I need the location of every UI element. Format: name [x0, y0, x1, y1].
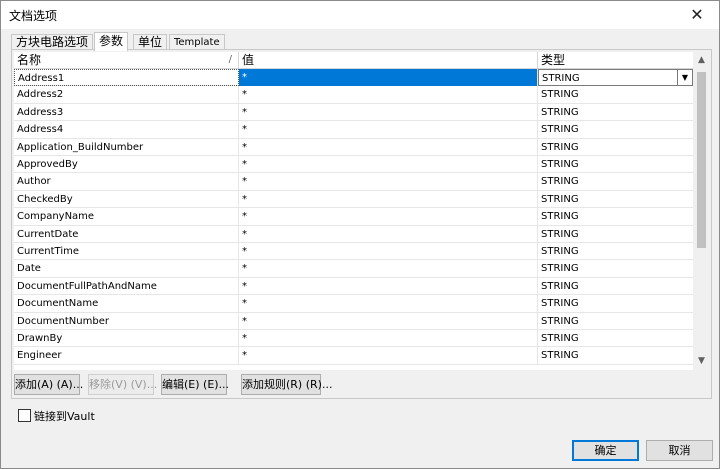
cell-name: CurrentDate [14, 225, 239, 243]
remove-button[interactable]: 移除(V) (V)... [88, 374, 157, 395]
table-row[interactable]: CurrentDate * STRING [14, 225, 693, 243]
parameters-table[interactable]: 名称 / 值 类型 Address1 * STRING ▼ Address2 *… [14, 52, 693, 370]
scroll-up-icon[interactable]: ▲ [693, 52, 710, 69]
cell-name: CompanyName [14, 208, 239, 226]
cell-value: * [239, 208, 538, 226]
table-row[interactable]: Address4 * STRING [14, 121, 693, 139]
add-button[interactable]: 添加(A) (A)... [14, 374, 83, 395]
tab-template[interactable]: Template [169, 34, 225, 50]
cell-value: * [239, 225, 538, 243]
cell-value: * [239, 138, 538, 156]
cell-name: CheckedBy [14, 190, 239, 208]
cell-type: STRING [541, 159, 579, 170]
cell-type: STRING [541, 193, 579, 205]
table-row[interactable]: ApprovedBy * STRING [14, 156, 693, 174]
cell-name: Author [14, 173, 239, 191]
tab-sheet-options[interactable]: 方块电路选项 [11, 34, 94, 50]
document-options-dialog: 文档选项 ✕ 方块电路选项 参数 单位 Template 名称 / 值 类型 A… [0, 0, 720, 469]
cell-name: ApprovedBy [14, 156, 239, 173]
cell-value: * [239, 243, 538, 260]
type-select[interactable]: STRING ▼ [538, 69, 693, 86]
cell-value: * [239, 312, 538, 330]
type-select-value: STRING [542, 73, 580, 84]
window-title: 文档选项 [9, 9, 58, 23]
cell-value: * [239, 260, 538, 278]
cell-type: STRING [541, 246, 579, 257]
cell-name: DrawnBy [14, 330, 239, 347]
cell-type: STRING [541, 280, 579, 292]
cell-value: * [239, 277, 538, 295]
table-row[interactable]: CompanyName * STRING [14, 208, 693, 226]
cell-value: * [239, 190, 538, 208]
vertical-scrollbar[interactable]: ▲ ▼ [693, 52, 710, 370]
cell-value: * [239, 295, 538, 313]
cell-type: STRING [541, 141, 579, 153]
table-row[interactable]: CurrentTime * STRING [14, 243, 693, 261]
cell-type: STRING [541, 211, 579, 223]
cell-value: * [239, 330, 538, 347]
ok-button[interactable]: 确定 [572, 440, 639, 461]
cell-value: * [239, 121, 538, 139]
tab-parameters[interactable]: 参数 [94, 32, 129, 51]
cell-name: CurrentTime [14, 243, 239, 260]
cell-value: * [239, 86, 538, 104]
cell-type: STRING [541, 228, 579, 240]
cell-name: DocumentName [14, 295, 239, 313]
cell-value: * [239, 347, 538, 365]
title-bar: 文档选项 ✕ [1, 1, 719, 29]
link-to-vault-label: 链接到Vault [34, 410, 95, 423]
cell-type: STRING [541, 333, 579, 344]
add-rule-button[interactable]: 添加规则(R) (R)... [241, 374, 332, 395]
tab-units[interactable]: 单位 [133, 34, 168, 50]
cell-value: * [239, 103, 538, 121]
table-row[interactable]: CheckedBy * STRING [14, 190, 693, 209]
cell-value[interactable]: * [239, 69, 538, 86]
edit-button[interactable]: 编辑(E) (E)... [161, 374, 229, 395]
table-row[interactable]: Author * STRING [14, 173, 693, 191]
cancel-button[interactable]: 取消 [646, 440, 713, 461]
column-header-name-label: 名称 [17, 53, 42, 67]
sort-indicator-icon: / [228, 54, 232, 65]
cell-type: STRING [541, 176, 579, 188]
cell-type: STRING [541, 89, 579, 101]
table-row[interactable]: Date * STRING [14, 260, 693, 278]
cell-type: STRING [541, 263, 579, 275]
table-row[interactable]: Engineer * STRING [14, 347, 693, 365]
table-row[interactable]: Address3 * STRING [14, 103, 693, 122]
column-header-type[interactable]: 类型 [538, 52, 693, 69]
cell-type: STRING [541, 315, 579, 327]
cell-name: Address3 [14, 103, 239, 121]
cell-name: Date [14, 260, 239, 278]
close-icon[interactable]: ✕ [675, 1, 719, 29]
cell-name: Address2 [14, 86, 239, 104]
table-row[interactable]: DrawnBy * STRING [14, 330, 693, 348]
cell-value: * [239, 173, 538, 191]
table-row[interactable]: DocumentNumber * STRING [14, 312, 693, 330]
scroll-down-icon[interactable]: ▼ [693, 353, 710, 370]
scrollbar-thumb[interactable] [697, 72, 706, 248]
cell-name: Address1 [14, 69, 239, 86]
cell-type: STRING [541, 298, 579, 310]
chevron-down-icon[interactable]: ▼ [677, 70, 692, 85]
cell-type: STRING [541, 350, 579, 362]
table-row-selected[interactable]: Address1 * STRING ▼ [14, 69, 693, 87]
column-header-name[interactable]: 名称 / [14, 52, 239, 69]
cell-name: DocumentFullPathAndName [14, 277, 239, 295]
column-header-value[interactable]: 值 [239, 52, 538, 69]
table-row[interactable]: Address2 * STRING [14, 86, 693, 104]
cell-value: * [239, 156, 538, 173]
cell-name: Engineer [14, 347, 239, 365]
cell-name: DocumentNumber [14, 312, 239, 330]
cell-name: Address4 [14, 121, 239, 139]
cell-name: Application_BuildNumber [14, 138, 239, 156]
table-row[interactable]: Application_BuildNumber * STRING [14, 138, 693, 156]
cell-type: STRING [541, 124, 579, 136]
link-to-vault-checkbox[interactable] [18, 409, 31, 422]
table-row[interactable]: DocumentFullPathAndName * STRING [14, 277, 693, 296]
parameters-panel: 名称 / 值 类型 Address1 * STRING ▼ Address2 *… [11, 49, 712, 399]
cell-type: STRING [541, 106, 579, 118]
table-row[interactable]: DocumentName * STRING [14, 295, 693, 313]
